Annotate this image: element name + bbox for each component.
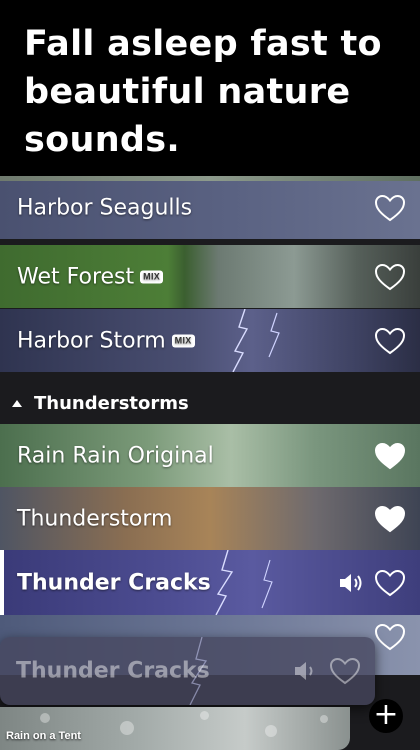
speaker-icon[interactable] [338, 571, 364, 595]
section-header-thunderstorms[interactable]: Thunderstorms [0, 380, 420, 426]
sound-label: Thunderstorm [17, 506, 173, 531]
heart-icon[interactable] [374, 622, 406, 652]
plus-icon: + [373, 697, 399, 732]
drag-preview-label: Thunder Cracks [16, 658, 210, 684]
mix-badge: MIX [140, 270, 164, 283]
heart-icon[interactable] [374, 326, 406, 356]
heart-icon[interactable] [374, 193, 406, 223]
sound-label: Thunder Cracks [17, 570, 211, 595]
add-button[interactable]: + [369, 699, 403, 733]
sound-row-thunder-cracks[interactable]: Thunder Cracks [0, 550, 420, 615]
sound-row-wet-forest[interactable]: Wet Forest MIX [0, 245, 420, 308]
lightning-bolt [215, 550, 273, 615]
mini-player[interactable]: Rain on a Tent [0, 707, 350, 750]
sound-row-harbor-storm[interactable]: Harbor Storm MIX [0, 309, 420, 372]
triangle-up-icon [12, 399, 22, 407]
sound-row-thunderstorm[interactable]: Thunderstorm [0, 487, 420, 550]
active-indicator [0, 550, 4, 615]
sound-label: Rain Rain Original [17, 443, 214, 468]
sound-label: Wet Forest [17, 264, 135, 289]
mix-badge: MIX [171, 334, 195, 347]
sound-row-harbor-seagulls[interactable]: Harbor Seagulls [0, 176, 420, 239]
headline: Fall asleep fast to beautiful nature sou… [24, 24, 382, 160]
heart-icon [329, 656, 361, 686]
heart-icon[interactable] [374, 441, 406, 471]
drag-preview: Thunder Cracks [0, 637, 375, 705]
mini-player-label: Rain on a Tent [6, 730, 81, 742]
speaker-icon [293, 659, 319, 683]
heart-icon[interactable] [374, 262, 406, 292]
lightning-bolt [232, 309, 280, 372]
heart-icon[interactable] [374, 568, 406, 598]
section-title: Thunderstorms [34, 392, 189, 414]
sound-label: Harbor Seagulls [17, 195, 193, 220]
sound-label: Harbor Storm [17, 328, 166, 353]
sound-row-rain-rain-original[interactable]: Rain Rain Original [0, 424, 420, 487]
heart-icon[interactable] [374, 504, 406, 534]
